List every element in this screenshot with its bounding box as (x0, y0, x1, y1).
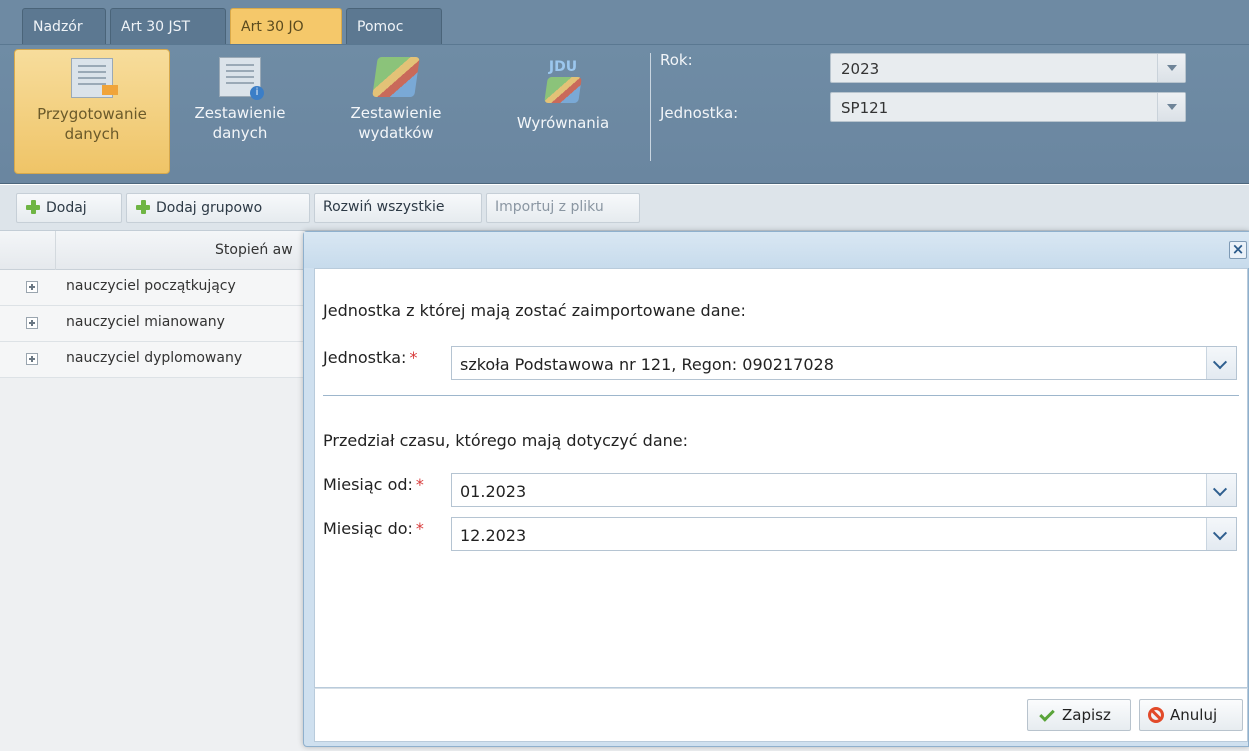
jednostka-label: Jednostka: (660, 104, 739, 122)
jednostka-combo-value: szkoła Podstawowa nr 121, Regon: 0902170… (460, 355, 834, 374)
plus-icon (135, 199, 151, 215)
month-to-combo[interactable]: 12.2023 (451, 517, 1237, 551)
label-text: Miesiąc do: (323, 519, 413, 538)
expand-icon[interactable] (26, 353, 38, 365)
jednostka-combo[interactable]: szkoła Podstawowa nr 121, Regon: 0902170… (451, 346, 1237, 380)
ribbon-wyrownania[interactable]: JDU Wyrównania (500, 49, 626, 174)
dialog-header: × (304, 232, 1249, 268)
tab-pomoc[interactable]: Pomoc (346, 8, 442, 44)
money-report-icon (372, 57, 420, 97)
top-tab-bar: Nadzór Art 30 JST Art 30 JO Pomoc (0, 0, 1249, 44)
period-heading: Przedział czasu, którego mają dotyczyć d… (323, 431, 688, 450)
data-entry-icon (71, 58, 118, 98)
ribbon-zestawienie-danych[interactable]: i Zestawienie danych (180, 49, 300, 174)
chevron-down-icon[interactable] (1206, 518, 1236, 550)
required-mark: * (415, 475, 424, 494)
tab-art30-jo[interactable]: Art 30 JO (230, 8, 342, 44)
chevron-down-icon[interactable] (1157, 54, 1185, 82)
tab-nadzor[interactable]: Nadzór (22, 8, 106, 44)
report-info-icon: i (219, 57, 264, 100)
ribbon-label: Zestawienie danych (194, 104, 286, 142)
jdu-money-icon: JDU (542, 59, 584, 107)
rok-select[interactable]: 2023 (830, 53, 1186, 83)
plus-icon (25, 199, 41, 215)
import-button[interactable]: Importuj z pliku (486, 193, 640, 223)
ribbon-label: Przygotowanie danych (37, 105, 147, 143)
ribbon-label: Wyrównania (516, 114, 610, 132)
jednostka-select[interactable]: SP121 (830, 92, 1186, 122)
tab-art30-jst[interactable]: Art 30 JST (110, 8, 226, 44)
expand-all-button[interactable]: Rozwiń wszystkie (314, 193, 482, 223)
ribbon-label: Zestawienie wydatków (350, 104, 442, 142)
month-from-value: 01.2023 (460, 482, 527, 501)
expand-icon[interactable] (26, 281, 38, 293)
chevron-down-icon[interactable] (1157, 93, 1185, 121)
add-group-button-label: Dodaj grupowo (156, 200, 263, 216)
ribbon-przygotowanie-danych[interactable]: Przygotowanie danych (14, 49, 170, 174)
column-header-stopien[interactable]: Stopień aw (215, 242, 293, 258)
dialog-body: Jednostka z której mają zostać zaimporto… (314, 268, 1248, 688)
save-button-label: Zapisz (1062, 706, 1111, 724)
jdu-badge: JDU (548, 59, 578, 75)
expander-column-header (0, 231, 56, 270)
row-cell: nauczyciel początkujący (66, 278, 236, 294)
check-icon (1039, 705, 1055, 722)
expand-icon[interactable] (26, 317, 38, 329)
source-heading: Jednostka z której mają zostać zaimporto… (323, 301, 746, 320)
chevron-down-icon[interactable] (1206, 347, 1236, 379)
rok-value: 2023 (841, 60, 880, 78)
jednostka-field-label: Jednostka: * (323, 348, 417, 367)
add-button-label: Dodaj (46, 200, 87, 216)
cancel-button[interactable]: Anuluj (1139, 699, 1243, 731)
add-group-button[interactable]: Dodaj grupowo (126, 193, 310, 223)
ribbon-separator (650, 53, 651, 161)
cancel-icon (1148, 707, 1164, 723)
chevron-down-icon[interactable] (1206, 474, 1236, 506)
month-to-value: 12.2023 (460, 526, 527, 545)
to-field-label: Miesiąc do: * (323, 519, 424, 538)
dialog-footer: Zapisz Anuluj (314, 688, 1248, 742)
label-text: Miesiąc od: (323, 475, 413, 494)
label-text: Jednostka: (323, 348, 407, 367)
jednostka-value: SP121 (841, 99, 889, 117)
row-cell: nauczyciel mianowany (66, 314, 225, 330)
required-mark: * (415, 519, 424, 538)
grid-toolbar: Dodaj Dodaj grupowo Rozwiń wszystkie Imp… (0, 185, 1249, 231)
row-cell: nauczyciel dyplomowany (66, 350, 243, 366)
divider (323, 395, 1239, 396)
save-button[interactable]: Zapisz (1027, 699, 1131, 731)
required-mark: * (409, 348, 418, 367)
rok-label: Rok: (660, 51, 693, 69)
import-dialog: × Jednostka z której mają zostać zaimpor… (303, 231, 1249, 747)
close-icon[interactable]: × (1229, 241, 1247, 259)
cancel-button-label: Anuluj (1170, 706, 1218, 724)
from-field-label: Miesiąc od: * (323, 475, 424, 494)
ribbon: Przygotowanie danych i Zestawienie danyc… (0, 44, 1249, 184)
add-button[interactable]: Dodaj (16, 193, 122, 223)
ribbon-zestawienie-wydatkow[interactable]: Zestawienie wydatków (326, 49, 466, 174)
month-from-combo[interactable]: 01.2023 (451, 473, 1237, 507)
